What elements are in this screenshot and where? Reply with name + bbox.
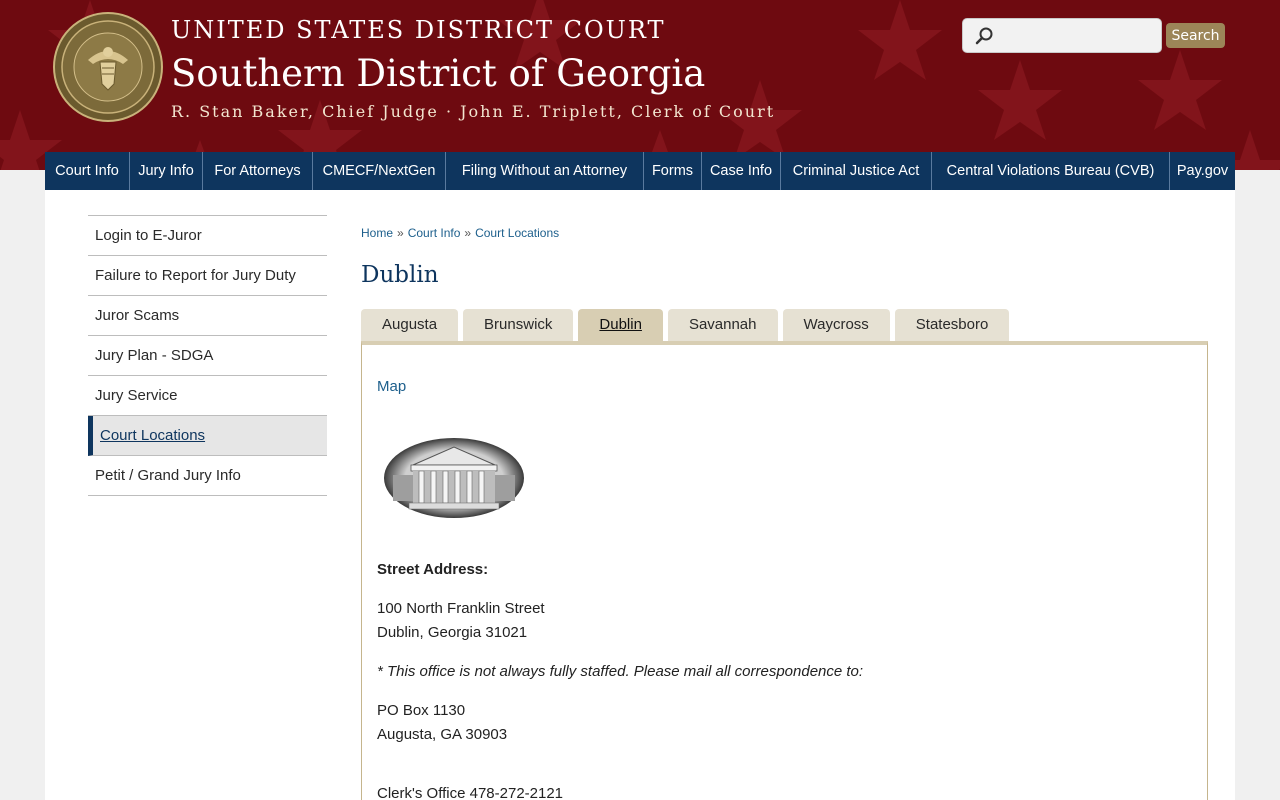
search-button[interactable]: Search — [1166, 23, 1225, 48]
nav-criminal-justice-act[interactable]: Criminal Justice Act — [781, 152, 932, 190]
page-title: Dublin — [361, 262, 439, 288]
sidebar-item-login-e-juror[interactable]: Login to E-Juror — [88, 216, 327, 256]
site-title[interactable]: Southern District of Georgia — [171, 52, 705, 95]
nav-cmecf-nextgen[interactable]: CMECF/NextGen — [313, 152, 446, 190]
tab-savannah[interactable]: Savannah — [667, 309, 778, 341]
tab-dublin[interactable]: Dublin — [578, 309, 663, 341]
sidebar-item-petit-grand-jury[interactable]: Petit / Grand Jury Info — [88, 456, 327, 496]
breadcrumb-separator: » — [397, 226, 404, 240]
court-seal-icon — [53, 12, 163, 122]
main-content-area: Login to E-Juror Failure to Report for J… — [45, 190, 1235, 800]
nav-for-attorneys[interactable]: For Attorneys — [203, 152, 313, 190]
mailing-address-line1: PO Box 1130 — [377, 702, 466, 719]
street-address-label: Street Address: — [377, 561, 489, 578]
breadcrumb-separator: » — [464, 226, 472, 240]
site-header: UNITED STATES DISTRICT COURT Southern Di… — [0, 0, 1280, 170]
sidebar-item-failure-to-report[interactable]: Failure to Report for Jury Duty — [88, 256, 327, 296]
breadcrumb-court-info[interactable]: Court Info — [408, 226, 461, 240]
tab-panel-dublin: Map Street Address: 100 North Franklin S… — [361, 341, 1208, 800]
search-icon — [975, 27, 993, 45]
nav-court-info[interactable]: Court Info — [45, 152, 130, 190]
court-name-top: UNITED STATES DISTRICT COURT — [171, 16, 666, 44]
mailing-address-line2: Augusta, GA 30903 — [377, 726, 508, 743]
site-subtitle: R. Stan Baker, Chief Judge · John E. Tri… — [171, 102, 776, 121]
breadcrumb-court-locations[interactable]: Court Locations — [475, 226, 559, 240]
sidebar-item-court-locations[interactable]: Court Locations — [88, 416, 327, 456]
sidebar-item-juror-scams[interactable]: Juror Scams — [88, 296, 327, 336]
map-link[interactable]: Map — [377, 378, 406, 395]
courthouse-photo — [384, 438, 524, 518]
location-tabs: Augusta Brunswick Dublin Savannah Waycro… — [361, 309, 1014, 341]
search-input[interactable] — [999, 23, 1155, 49]
staffing-note: * This office is not always fully staffe… — [377, 663, 864, 680]
tab-augusta[interactable]: Augusta — [361, 309, 459, 341]
breadcrumb-home[interactable]: Home — [361, 226, 393, 240]
nav-central-violations-bureau[interactable]: Central Violations Bureau (CVB) — [932, 152, 1170, 190]
tab-waycross[interactable]: Waycross — [782, 309, 890, 341]
sidebar-item-jury-service[interactable]: Jury Service — [88, 376, 327, 416]
street-address-line1: 100 North Franklin Street — [377, 600, 545, 617]
breadcrumb: Home» Court Info» Court Locations — [361, 226, 559, 240]
main-navigation: Court Info Jury Info For Attorneys CMECF… — [45, 152, 1235, 190]
tab-brunswick[interactable]: Brunswick — [463, 309, 574, 341]
sidebar-menu: Login to E-Juror Failure to Report for J… — [88, 215, 327, 496]
street-address-line2: Dublin, Georgia 31021 — [377, 624, 528, 641]
nav-forms[interactable]: Forms — [644, 152, 702, 190]
tab-statesboro[interactable]: Statesboro — [894, 309, 1010, 341]
sidebar-item-jury-plan[interactable]: Jury Plan - SDGA — [88, 336, 327, 376]
nav-pay-gov[interactable]: Pay.gov — [1170, 152, 1235, 190]
nav-case-info[interactable]: Case Info — [702, 152, 781, 190]
search-field[interactable] — [962, 18, 1162, 53]
nav-jury-info[interactable]: Jury Info — [130, 152, 203, 190]
clerk-office-phone: Clerk's Office 478-272-2121 — [377, 785, 564, 800]
nav-filing-without-attorney[interactable]: Filing Without an Attorney — [446, 152, 644, 190]
